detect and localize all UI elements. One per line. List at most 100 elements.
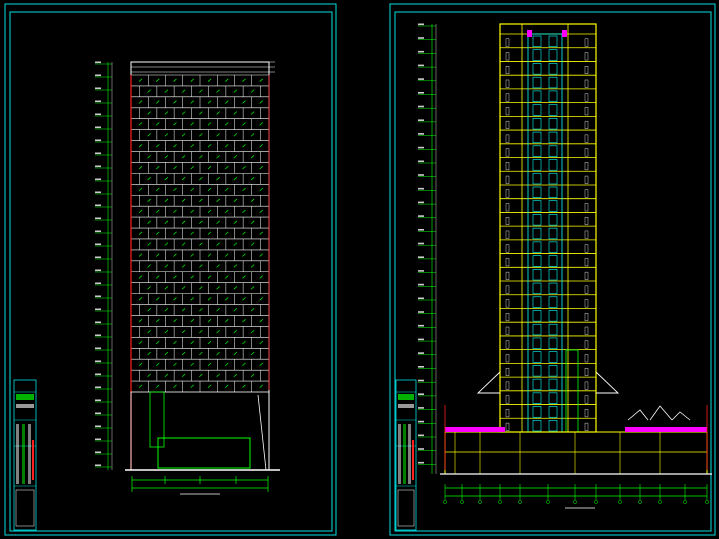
ruler-level-tag (418, 366, 424, 368)
facade-glass-mark (190, 340, 194, 345)
door-opening (505, 203, 510, 212)
facade-glass-mark (233, 329, 238, 334)
facade-glass-mark (173, 362, 177, 367)
facade-glass-mark (250, 176, 255, 181)
facade-glass-mark (199, 198, 203, 203)
facade-glass-mark (242, 100, 246, 104)
door-opening (584, 175, 589, 184)
ruler-level-tag (418, 133, 424, 135)
door-opening (505, 175, 510, 184)
facade-glass-mark (233, 133, 238, 137)
elevator-shaft-cell (548, 296, 558, 308)
facade-glass-mark (259, 275, 263, 279)
facade-glass-mark (156, 78, 160, 82)
facade-glass-mark (225, 253, 229, 257)
facade-glass-mark (216, 198, 220, 203)
door-opening (584, 340, 589, 349)
door-opening (584, 148, 589, 157)
facade-glass-mark (181, 308, 186, 312)
door-opening (584, 93, 589, 102)
facade-glass-mark (216, 286, 220, 290)
grid-axis-bubble (546, 500, 550, 504)
facade-glass-mark (173, 275, 177, 279)
door-opening (505, 230, 510, 239)
ruler-level-tag (95, 321, 101, 324)
ruler-level-tag (95, 191, 101, 194)
facade-glass-mark (207, 166, 212, 170)
ruler-level-tag (95, 87, 101, 90)
facade-glass-mark (147, 373, 151, 377)
door-opening (505, 79, 510, 88)
facade-glass-mark (259, 78, 263, 82)
facade-glass-mark (242, 144, 246, 148)
elevator-shaft-cell (548, 227, 558, 240)
facade-glass-mark (173, 122, 177, 126)
ruler-level-tag (95, 269, 101, 272)
facade-glass-mark (216, 220, 220, 224)
facade-glass-mark (233, 111, 238, 115)
facade-glass-mark (147, 111, 151, 115)
facade-glass-mark (233, 308, 238, 312)
elevator-shaft-cell (548, 214, 558, 226)
door-opening (584, 395, 589, 404)
facade-glass-mark (156, 166, 160, 170)
facade-glass-mark (138, 297, 143, 301)
facade-glass-mark (259, 297, 263, 301)
facade-glass-mark (164, 176, 169, 181)
facade-glass-mark (259, 100, 263, 104)
ruler-level-tag (418, 78, 424, 80)
facade-glass-mark (190, 253, 194, 257)
elevator-shaft-cell (532, 310, 542, 322)
facade-glass-mark (138, 340, 143, 345)
grid-axis-bubble (683, 500, 687, 504)
facade-glass-mark (147, 155, 151, 159)
facade-glass-mark (138, 78, 143, 82)
elevator-shaft-cell (532, 63, 542, 75)
facade-glass-mark (242, 78, 246, 82)
elevator-shaft-cell (532, 365, 542, 377)
facade-glass-mark (225, 144, 229, 148)
facade-glass-mark (259, 122, 263, 126)
door-opening (584, 244, 589, 253)
grid-axis-bubble (594, 500, 598, 504)
facade-glass-mark (225, 275, 229, 279)
ruler-level-tag (95, 295, 101, 298)
facade-glass-mark (147, 286, 151, 290)
elevator-shaft-cell (532, 282, 542, 295)
ruler-level-tag (418, 92, 424, 94)
facade-glass-mark (173, 209, 177, 213)
facade-glass-mark (190, 122, 194, 126)
facade-glass-mark (199, 351, 203, 356)
ruler-level-tag (418, 242, 424, 245)
ruler-level-tag (418, 448, 424, 450)
facade-glass-mark (259, 187, 263, 192)
ruler-level-tag (95, 204, 101, 207)
elevator-shaft-cell (532, 227, 542, 240)
facade-glass-mark (138, 209, 143, 213)
elevator-shaft-cell (548, 365, 558, 377)
ruler-level-tag (95, 126, 101, 129)
facade-glass-mark (259, 144, 263, 148)
facade-glass-mark (156, 362, 160, 367)
elevator-shaft-cell (548, 419, 558, 432)
ruler-level-tag (95, 308, 101, 311)
ruler-level-tag (418, 256, 424, 258)
door-opening (505, 217, 510, 225)
door-opening (505, 354, 510, 363)
facade-glass-mark (138, 275, 143, 279)
facade-glass-mark (156, 340, 160, 345)
elevator-shaft-cell (548, 186, 558, 198)
facade-glass-mark (250, 264, 255, 268)
ruler-level-tag (95, 360, 101, 363)
ruler-level-tag (418, 434, 424, 437)
door-opening (505, 120, 510, 129)
ruler-level-tag (418, 379, 424, 382)
facade-glass-mark (190, 384, 194, 388)
elevator-shaft-cell (548, 241, 558, 253)
facade-glass-mark (242, 122, 246, 126)
door-opening (505, 340, 510, 349)
facade-glass-mark (259, 209, 263, 213)
door-opening (584, 203, 589, 212)
roof-equipment-right (562, 30, 567, 37)
door-opening (505, 162, 510, 171)
